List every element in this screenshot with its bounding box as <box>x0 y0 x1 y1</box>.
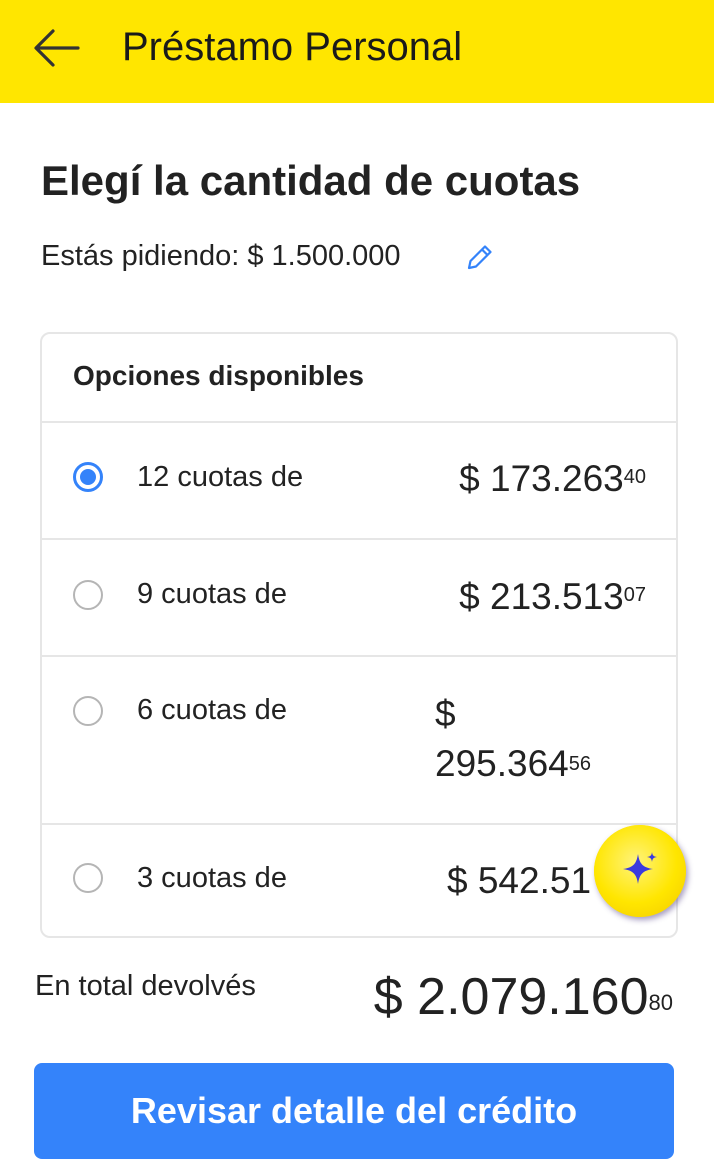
installment-option-3[interactable]: 3 cuotas de $ 542.51 <box>42 825 676 936</box>
total-amount: $ 2.079.16080 <box>373 968 673 1026</box>
installment-options-card: Opciones disponibles 12 cuotas de $ 173.… <box>40 332 678 938</box>
cents: 56 <box>568 753 591 775</box>
option-label: 3 cuotas de <box>137 862 287 894</box>
installment-amount: $ 542.51 <box>447 860 592 901</box>
radio-button[interactable] <box>73 696 103 726</box>
card-header: Opciones disponibles <box>42 334 676 423</box>
requested-amount: Estás pidiendo: $ 1.500.000 <box>41 240 401 272</box>
installment-option-12[interactable]: 12 cuotas de $ 173.26340 <box>42 423 676 540</box>
assistant-fab-button[interactable] <box>594 825 686 917</box>
radio-button[interactable] <box>73 580 103 610</box>
installment-amount: $ 173.26340 <box>459 458 646 499</box>
option-label: 6 cuotas de <box>137 694 287 726</box>
installment-option-9[interactable]: 9 cuotas de $ 213.51307 <box>42 540 676 657</box>
page-title: Elegí la cantidad de cuotas <box>41 157 581 204</box>
header-title: Préstamo Personal <box>122 25 463 69</box>
app-header: Préstamo Personal <box>0 0 714 103</box>
options-heading: Opciones disponibles <box>73 360 364 391</box>
review-credit-details-button[interactable]: Revisar detalle del crédito <box>34 1063 674 1159</box>
radio-button-selected[interactable] <box>73 462 103 492</box>
total-cents: 80 <box>648 990 673 1015</box>
edit-amount-button[interactable] <box>464 241 496 273</box>
installment-option-6[interactable]: 6 cuotas de $295.36456 <box>42 657 676 825</box>
pencil-icon <box>467 245 492 270</box>
total-label: En total devolvés <box>35 970 256 1002</box>
cents: 40 <box>623 466 646 488</box>
radio-button[interactable] <box>73 863 103 893</box>
arrow-left-icon <box>34 29 80 67</box>
sparkle-icon <box>623 852 657 884</box>
option-label: 12 cuotas de <box>137 461 304 493</box>
option-label: 9 cuotas de <box>137 578 287 610</box>
back-button[interactable] <box>30 26 82 70</box>
installment-amount: $295.36456 <box>435 693 591 784</box>
installment-amount: $ 213.51307 <box>459 576 646 617</box>
cents: 07 <box>623 584 646 606</box>
